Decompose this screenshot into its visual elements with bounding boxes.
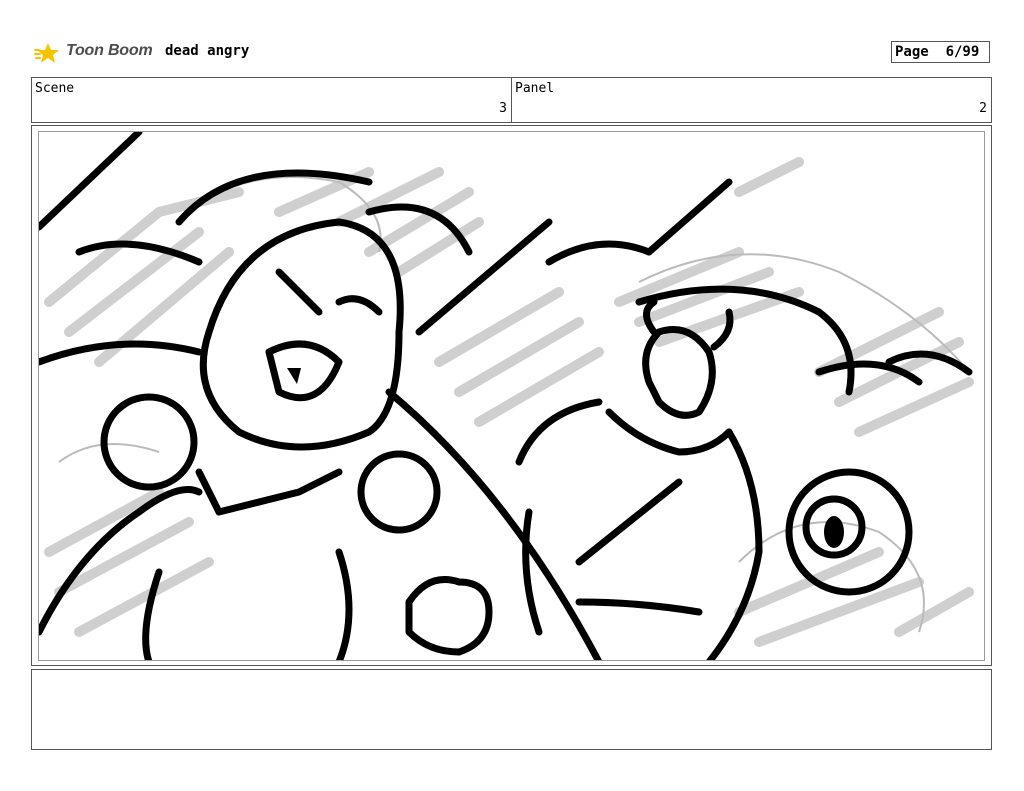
page-label: Page: [895, 44, 929, 60]
panel-label: Panel: [515, 81, 555, 96]
scene-number: 3: [499, 101, 507, 116]
scene-panel-header: Scene 3 Panel 2: [31, 77, 992, 123]
project-title: dead angry: [165, 43, 250, 59]
notes-area: [31, 669, 992, 750]
logo-text: Toon Boom: [66, 42, 153, 59]
page-number: 6/99: [945, 44, 980, 60]
page-indicator: Page 6/99: [891, 41, 990, 63]
scene-cell: Scene 3: [32, 78, 511, 122]
scene-label: Scene: [35, 81, 75, 96]
storyboard-sketch-image: [38, 131, 985, 661]
panel-cell: Panel 2: [511, 78, 991, 122]
panel-number: 2: [979, 101, 987, 116]
